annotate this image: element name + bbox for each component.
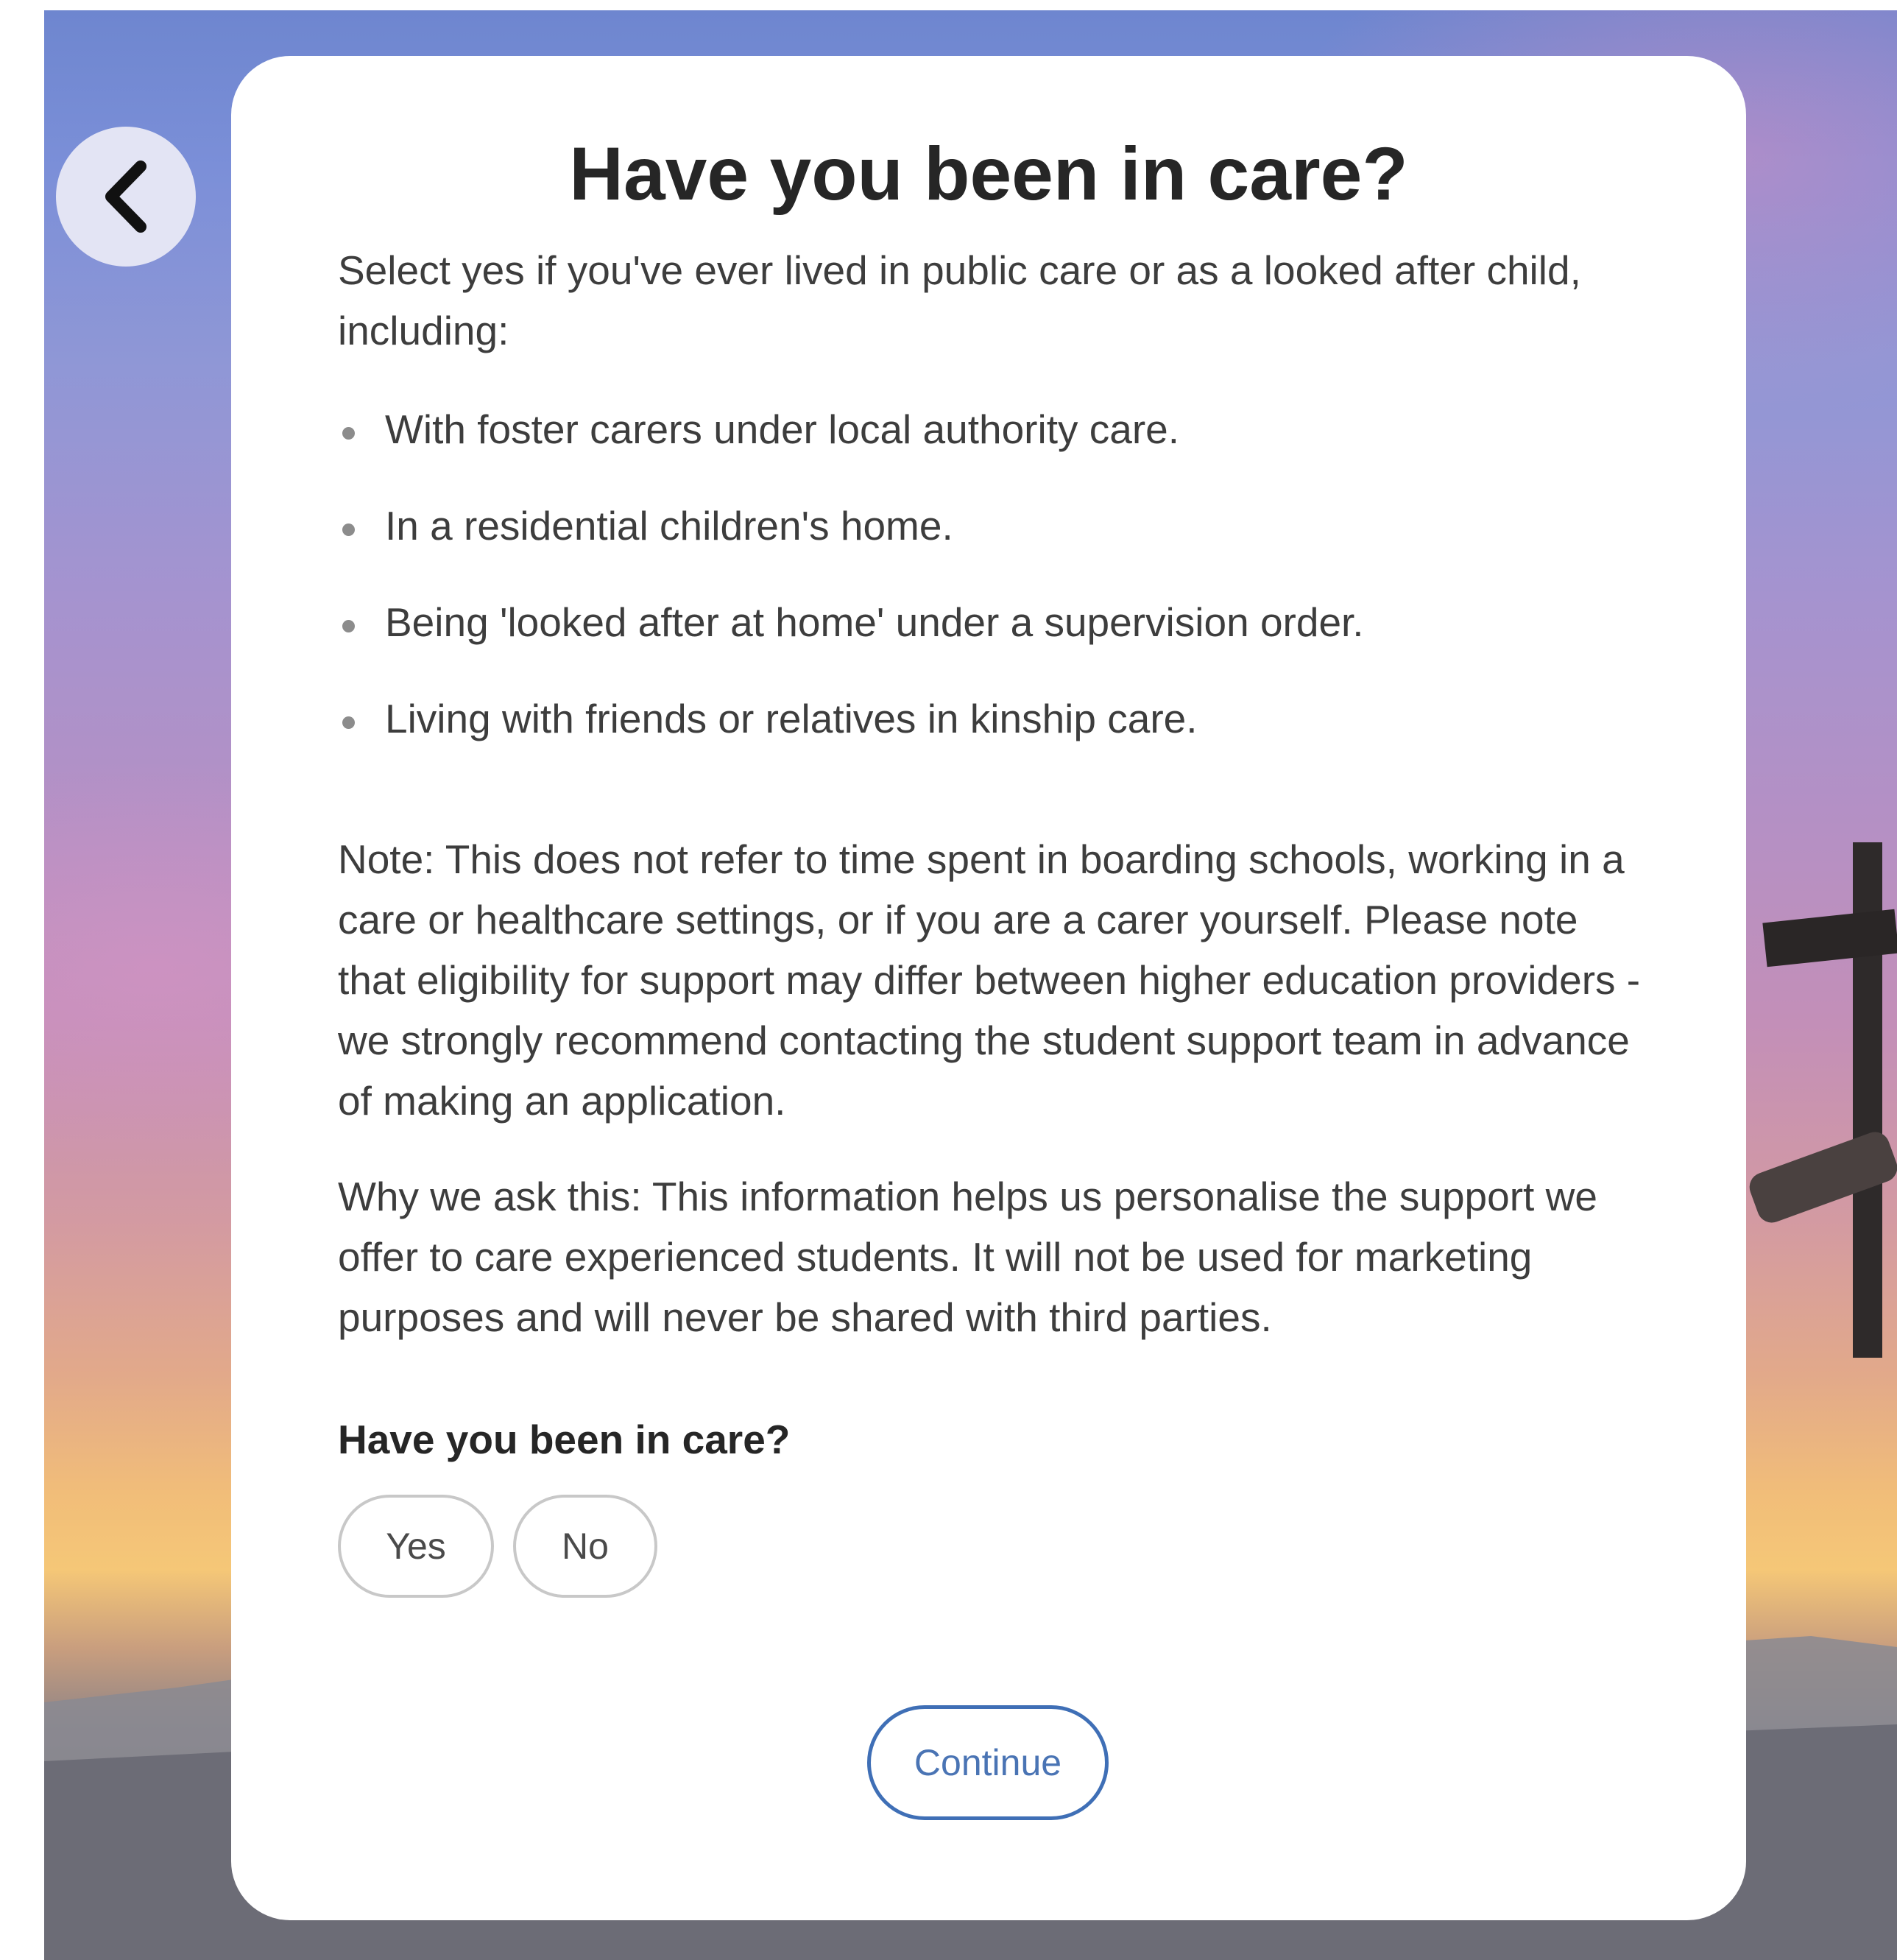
list-item-text: Living with friends or relatives in kins…	[385, 696, 1198, 741]
note-text: Note: This does not refer to time spent …	[338, 836, 1641, 1124]
chevron-left-icon	[105, 161, 146, 233]
bullet-icon	[342, 427, 355, 440]
signpost-silhouette	[1749, 842, 1897, 1358]
list-item: Living with friends or relatives in kins…	[338, 688, 1656, 785]
intro-text: Select yes if you've ever lived in publi…	[338, 247, 1581, 353]
yes-button[interactable]: Yes	[338, 1495, 494, 1598]
bullet-icon	[342, 620, 355, 632]
question-card: Have you been in care? Select yes if you…	[231, 56, 1746, 1920]
card-content: Select yes if you've ever lived in publi…	[338, 240, 1656, 1598]
continue-button[interactable]: Continue	[867, 1705, 1109, 1820]
question-label: Have you been in care?	[338, 1417, 791, 1462]
list-item: In a residential children's home.	[338, 496, 1656, 592]
answer-options: Yes No	[338, 1495, 1656, 1598]
list-item-text: With foster carers under local authority…	[385, 406, 1180, 452]
why-we-ask-text: Why we ask this: This information helps …	[338, 1174, 1597, 1340]
bullet-icon	[342, 524, 355, 536]
page-title: Have you been in care?	[569, 132, 1408, 216]
list-item-text: In a residential children's home.	[385, 503, 953, 549]
list-item-text: Being 'looked after at home' under a sup…	[385, 599, 1364, 645]
no-button[interactable]: No	[513, 1495, 657, 1598]
list-item: Being 'looked after at home' under a sup…	[338, 592, 1656, 688]
bullet-icon	[342, 716, 355, 729]
back-button[interactable]	[56, 127, 196, 267]
care-types-list: With foster carers under local authority…	[338, 399, 1656, 785]
list-item: With foster carers under local authority…	[338, 399, 1656, 496]
